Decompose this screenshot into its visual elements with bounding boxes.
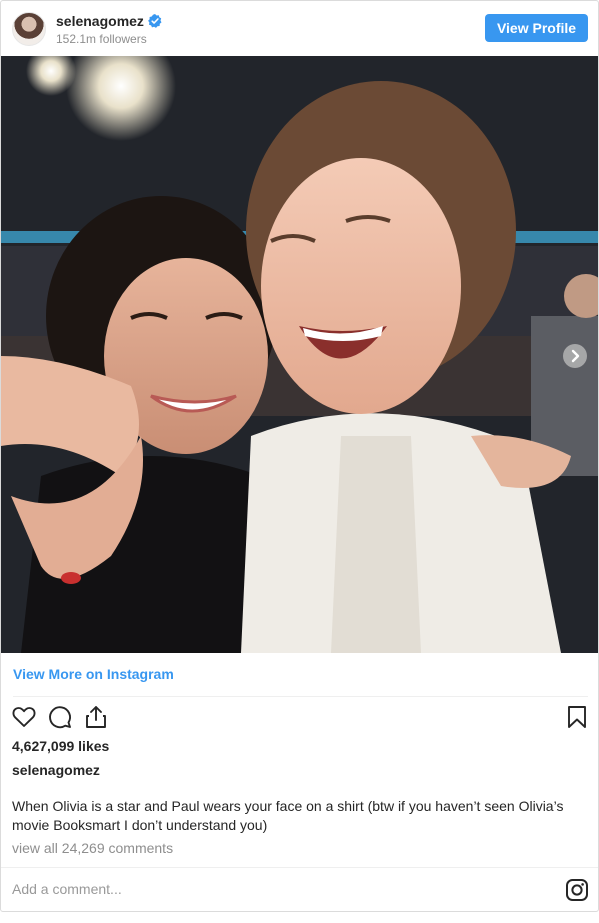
like-count: 4,627,099 likes: [12, 738, 110, 754]
next-photo-button[interactable]: [563, 344, 587, 368]
divider: [13, 696, 588, 697]
comment-input[interactable]: [12, 877, 532, 901]
view-more-link[interactable]: View More on Instagram: [13, 666, 174, 682]
view-profile-button[interactable]: View Profile: [485, 14, 588, 42]
caption-username[interactable]: selenagomez: [12, 762, 100, 778]
share-icon[interactable]: [83, 704, 109, 730]
view-comments-link[interactable]: view all 24,269 comments: [12, 840, 173, 856]
caption-text: When Olivia is a star and Paul wears you…: [12, 798, 564, 833]
chevron-right-icon: [571, 349, 580, 363]
heart-icon[interactable]: [11, 704, 37, 730]
divider: [1, 867, 598, 868]
instagram-logo-icon[interactable]: [565, 878, 589, 902]
post-header: selenagomez 152.1m followers View Profil…: [1, 1, 598, 55]
username[interactable]: selenagomez: [56, 13, 144, 29]
follower-count: 152.1m followers: [56, 32, 147, 46]
avatar[interactable]: [12, 12, 46, 46]
photo-illustration: [1, 56, 598, 653]
post-photo[interactable]: [1, 56, 598, 653]
instagram-embed-card: selenagomez 152.1m followers View Profil…: [0, 0, 599, 912]
verified-badge-icon: [148, 14, 162, 28]
bookmark-icon[interactable]: [564, 704, 590, 730]
comment-icon[interactable]: [47, 704, 73, 730]
